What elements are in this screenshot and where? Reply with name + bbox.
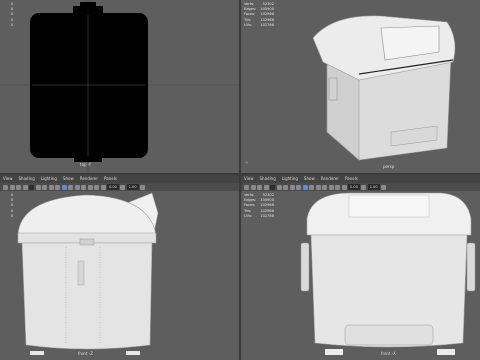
- top-view-canvas: [0, 0, 239, 173]
- side-view-canvas: [17, 192, 159, 355]
- camera-label: persp: [383, 164, 395, 169]
- poly-count-hud: 0 0 0 0 0: [10, 2, 13, 27]
- camera-label: top -Y: [80, 162, 92, 167]
- camera-label: front -Z: [78, 351, 93, 356]
- bin-model-front: [300, 192, 476, 355]
- camera-label: front -X: [381, 351, 396, 356]
- top-viewport[interactable]: 0 0 0 0 0 top -Y: [0, 0, 239, 173]
- poly-count-hud: 0 0 0 0 0: [10, 193, 13, 218]
- bin-model-persp: [312, 15, 456, 161]
- front-view-canvas: [300, 192, 476, 355]
- front-viewport[interactable]: View Shading Lighting Show Renderer Pane…: [241, 175, 480, 360]
- perspective-viewport[interactable]: Verts: 52302 Edges: 105900 Faces: 102966 Tr…: [241, 0, 480, 173]
- axis-gizmo-icon: ✛: [245, 160, 249, 165]
- persp-view-canvas: [312, 15, 456, 161]
- bin-model-side: [17, 192, 159, 355]
- poly-count-hud: Verts: 52302 Edges: 105900 Faces: 102966 Tr…: [244, 193, 274, 218]
- side-viewport[interactable]: View Shading Lighting Show Renderer Pane…: [0, 175, 239, 360]
- poly-count-hud: Verts: 52302 Edges: 105900 Faces: 102966 Tr…: [244, 2, 274, 27]
- bin-silhouette-top: [30, 2, 148, 162]
